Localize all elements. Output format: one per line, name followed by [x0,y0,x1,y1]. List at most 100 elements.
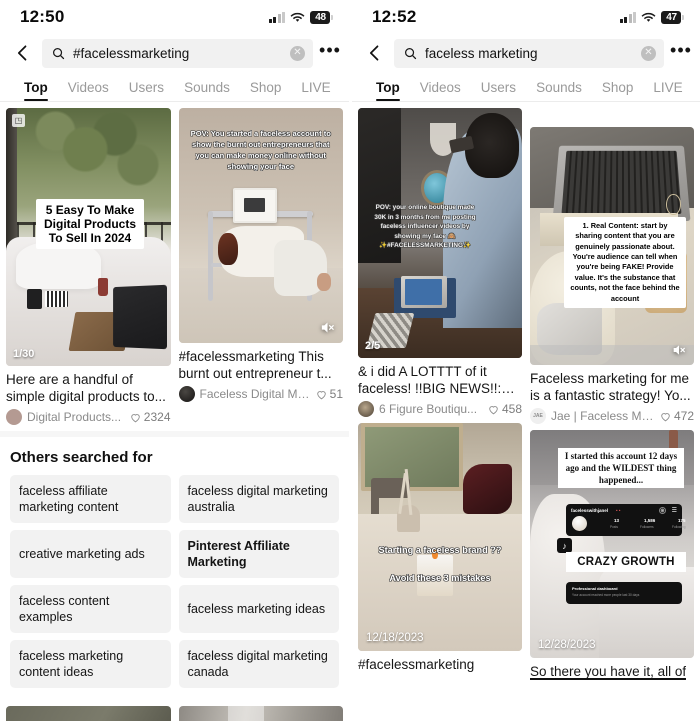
video-card[interactable]: POV: You started a faceless account to s… [178,108,343,402]
video-thumbnail[interactable]: ◳ 5 Easy To Make Digital Products To Sel… [6,108,171,366]
suggestion-chip[interactable]: Pinterest Affiliate Marketing [178,530,339,578]
clear-circle-icon[interactable]: ✕ [290,45,305,61]
tab-top[interactable]: Top [366,80,410,101]
tablet [400,275,447,308]
video-thumbnail[interactable]: Faceless UGC Example [178,706,343,721]
search-input[interactable]: faceless marketing ✕ [394,38,664,68]
suggestion-chip-grid: faceless affiliate marketing content fac… [10,475,339,688]
video-overlay-text: I started this account 12 days ago and t… [558,448,684,489]
date-stamp: 12/18/2023 [366,632,424,644]
heart-icon [316,390,326,399]
tab-sounds[interactable]: Sounds [174,80,240,101]
left-video-grid: ◳ 5 Easy To Make Digital Products To Sel… [6,108,343,431]
heart-icon [661,412,670,421]
avatar[interactable]: JAE [530,408,546,424]
avatar[interactable] [178,386,195,402]
video-thumbnail[interactable]: POV: You started a faceless account to s… [178,108,343,343]
search-query-text: #facelessmarketing [73,45,190,61]
battery-level: 48 [310,10,330,24]
mute-icon[interactable] [671,342,687,358]
tab-sounds[interactable]: Sounds [526,80,592,101]
like-count-value: 472 [673,409,694,423]
suggestion-chip[interactable]: faceless content examples [10,585,171,633]
search-query-text: faceless marketing [425,45,538,61]
video-thumbnail[interactable] [6,706,171,721]
video-card[interactable]: I started this account 12 days ago and t… [530,430,694,685]
video-card[interactable]: ◳ 5 Easy To Make Digital Products To Sel… [6,108,171,425]
right-grid-column-2: 1. Real Content: start by sharing conten… [530,108,694,691]
dashboard-sub: Your account reached more people last 30… [572,593,640,597]
search-icon [403,46,418,61]
ig-stat-posts: 13 [614,518,620,523]
video-thumbnail[interactable]: I started this account 12 days ago and t… [530,430,694,658]
video-meta: Digital Products... 2324 [6,409,171,425]
video-overlay-text: POV: your online boutique made 30K in 3 … [374,204,476,250]
person-foot [316,272,332,292]
mute-icon[interactable] [319,319,336,336]
suggestion-chip[interactable]: faceless marketing content ideas [10,640,171,688]
right-tab-bar: Top Videos Users Sounds Shop LIVE Pla [352,72,700,102]
battery-tip [331,14,333,20]
right-phone-screen: 12:52 47 faceless marketing ✕ ••• Top Vi… [350,0,700,721]
held-photo-frame [232,187,278,224]
photo-stack-icon: ◳ [12,114,25,127]
chevron-left-icon[interactable] [362,38,388,68]
video-thumbnail[interactable]: 1. Real Content: start by sharing conten… [530,127,694,365]
status-clock: 12:50 [20,7,65,26]
tab-shop[interactable]: Shop [592,80,644,101]
suggestion-chip[interactable]: faceless digital marketing canada [178,640,339,688]
suggestion-chip[interactable]: faceless digital marketing australia [178,475,339,523]
avatar[interactable] [6,409,22,425]
left-grid-column-2: POV: You started a faceless account to s… [178,108,343,431]
tab-videos[interactable]: Videos [410,80,471,101]
video-card[interactable]: 1. Real Content: start by sharing conten… [530,127,694,424]
tab-videos[interactable]: Videos [58,80,119,101]
tab-live[interactable]: LIVE [643,80,692,101]
video-caption: #facelessmarketing [358,657,475,672]
ig-stat-following: 175 [678,518,686,523]
status-indicators: 47 [619,10,684,24]
author-name[interactable]: Jae | Faceless Ma... [551,409,654,423]
search-input[interactable]: #facelessmarketing ✕ [42,38,313,68]
suggestion-chip[interactable]: creative marketing ads [10,530,171,578]
video-thumbnail[interactable]: POV: your online boutique made 30K in 3 … [358,108,522,358]
author-name[interactable]: 6 Figure Boutiqu... [379,402,482,416]
author-name[interactable]: Faceless Digital Ma... [200,387,310,401]
tab-top[interactable]: Top [14,80,58,101]
video-overlay-text-2: Avoid these 3 mistakes [389,573,491,583]
candle-object [98,278,108,297]
more-options-icon[interactable]: ••• [670,38,692,68]
tab-users[interactable]: Users [471,80,526,101]
video-overlay-text: 5 Easy To Make Digital Products To Sell … [36,199,144,250]
right-grid-column-1: POV: your online boutique made 30K in 3 … [358,108,522,691]
battery-tip [682,14,684,20]
tab-shop[interactable]: Shop [240,80,292,101]
like-count-value: 51 [329,387,343,401]
clear-circle-icon[interactable]: ✕ [641,45,656,61]
video-card[interactable]: POV: your online boutique made 30K in 3 … [358,108,522,417]
tab-live[interactable]: LIVE [291,80,340,101]
instagram-handle: facelesswithjanel [571,508,609,513]
video-caption: Faceless marketing for me is a fantastic… [530,371,691,403]
video-card[interactable]: Starting a faceless brand ?? Avoid these… [358,423,522,673]
tab-playlists[interactable]: Pla [693,80,700,101]
video-thumbnail[interactable]: Starting a faceless brand ?? Avoid these… [358,423,522,651]
chair-leg-left [208,211,214,301]
tab-playlists[interactable]: Pla [341,80,349,101]
suggestion-chip[interactable]: faceless affiliate marketing content [10,475,171,523]
like-count-value: 458 [501,402,522,416]
pillow [15,242,102,289]
author-name[interactable]: Digital Products... [27,410,124,424]
battery-level: 47 [661,10,681,24]
phone-object [27,288,43,310]
more-options-icon[interactable]: ••• [319,38,341,68]
avatar[interactable] [358,401,374,417]
like-count: 2324 [129,410,171,424]
left-tab-bar: Top Videos Users Sounds Shop LIVE Pla [0,72,349,102]
suggestion-chip[interactable]: faceless marketing ideas [178,585,339,633]
video-caption: Here are a handful of simple digital pro… [6,372,166,404]
tab-users[interactable]: Users [119,80,174,101]
chevron-left-icon[interactable] [10,38,36,68]
photo-inner [243,198,266,213]
left-video-grid-partial: Faceless UGC Example [6,706,343,721]
